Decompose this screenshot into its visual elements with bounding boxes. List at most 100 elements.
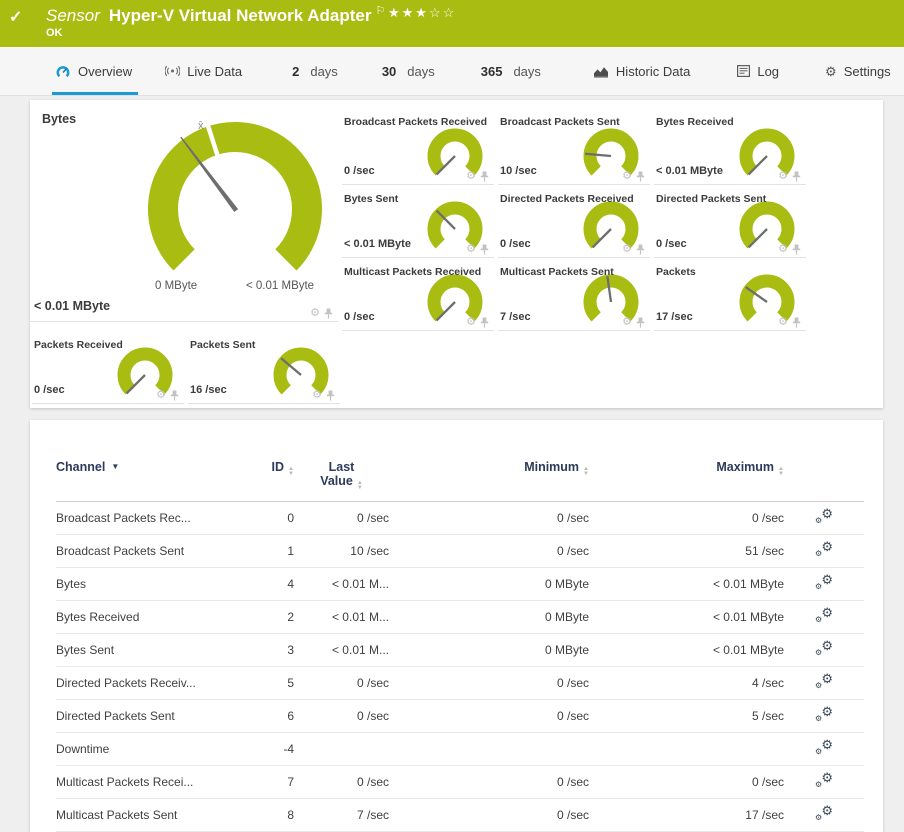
minimum-cell: 0 /sec [389,699,589,733]
edit-channel-gears-icon[interactable]: ⚙ ⚙ [815,540,833,558]
pin-icon[interactable] [170,390,179,401]
table-row: Downtime -4 ⚙ ⚙ [56,732,864,766]
id-cell: 4 [246,567,294,601]
col-minimum[interactable]: Minimum ▲ ▼ [389,420,589,502]
table-row: Bytes Sent 3 < 0.01 M... 0 MByte < 0.01 … [56,633,864,667]
edit-channel-gears-icon[interactable]: ⚙ ⚙ [815,573,833,591]
id-cell: 2 [246,600,294,634]
id-cell: 6 [246,699,294,733]
gauge-tile: Bytes Sent < 0.01 MByte ⚙ [342,185,494,258]
gauge-label: Directed Packets Received [500,193,634,205]
gear-icon[interactable]: ⚙ [778,244,788,255]
priority-stars[interactable]: ★★★☆☆ [388,5,456,21]
tab-label: Settings [843,63,891,79]
stars-empty[interactable]: ☆☆ [429,5,456,20]
col-last-value[interactable]: Last Value ▲ ▼ [294,420,389,502]
col-channel[interactable]: Channel ▼ [56,420,246,502]
gauge-tile: Multicast Packets Received 0 /sec ⚙ [342,258,494,331]
col-id[interactable]: ID ▲ ▼ [246,420,294,502]
gauge-tile-bytes: Bytes x̄ 0 MByte < 0.01 MByte < 0.01 MBy… [30,100,338,322]
gear-icon[interactable]: ⚙ [622,317,632,328]
gauge-value: 7 /sec [500,311,531,323]
edit-channel-gears-icon[interactable]: ⚙ ⚙ [815,771,833,789]
edit-channel-gears-icon[interactable]: ⚙ ⚙ [815,507,833,525]
maximum-cell: < 0.01 MByte [589,633,784,667]
edit-channel-gears-icon[interactable]: ⚙ ⚙ [815,639,833,657]
gear-icon[interactable]: ⚙ [466,317,476,328]
gear-icon[interactable]: ⚙ [778,171,788,182]
tab-settings[interactable]: ⚙ Settings [825,47,891,95]
id-cell: 1 [246,534,294,568]
gauge-label: Directed Packets Sent [656,193,767,205]
maximum-cell: 0 /sec [589,765,784,799]
tab-historic-data[interactable]: Historic Data [593,47,690,95]
ok-check-icon: ✓ [9,9,23,26]
edit-channel-gears-icon[interactable]: ⚙ ⚙ [815,738,833,756]
tab-label: Log [757,63,780,79]
last-value-cell: 0 /sec [294,699,389,733]
pin-icon[interactable] [324,308,333,319]
gear-icon[interactable]: ⚙ [312,390,322,401]
pin-icon[interactable] [792,171,801,182]
flag-icon[interactable]: ⚐ [376,5,386,17]
sort-desc-icon: ▼ [111,462,120,471]
gauge-label: Bytes Received [656,116,734,128]
tab-log[interactable]: Log [737,47,779,95]
channel-cell: Multicast Packets Sent [56,798,246,832]
gauge-label: Broadcast Packets Sent [500,116,620,128]
page-content: Bytes x̄ 0 MByte < 0.01 MByte < 0.01 MBy… [0,96,904,832]
tab-overview[interactable]: Overview [51,47,139,95]
edit-channel-gears-icon[interactable]: ⚙ ⚙ [815,705,833,723]
channel-cell: Broadcast Packets Sent [56,534,246,568]
pin-icon[interactable] [480,317,489,328]
pin-icon[interactable] [792,317,801,328]
gear-icon[interactable]: ⚙ [622,244,632,255]
last-value-cell: 0 /sec [294,501,389,535]
col-maximum[interactable]: Maximum ▲ ▼ [589,420,784,502]
gauges-panel: Bytes x̄ 0 MByte < 0.01 MByte < 0.01 MBy… [30,100,883,408]
minimum-cell: 0 /sec [389,666,589,700]
tab-2-days[interactable]: 2 days [292,47,338,95]
tab-number: 30 [381,63,397,79]
gauge-label: Broadcast Packets Received [344,116,487,128]
minimum-cell: 0 MByte [389,633,589,667]
table-row: Broadcast Packets Sent 1 10 /sec 0 /sec … [56,534,864,568]
id-cell: 5 [246,666,294,700]
pin-icon[interactable] [792,244,801,255]
gear-icon[interactable]: ⚙ [778,317,788,328]
pin-icon[interactable] [480,171,489,182]
gauge-tile: Packets 17 /sec ⚙ [654,258,806,331]
tab-word: days [310,63,338,79]
gear-icon[interactable]: ⚙ [466,244,476,255]
pin-icon[interactable] [480,244,489,255]
maximum-cell: < 0.01 MByte [589,600,784,634]
tab-live-data[interactable]: Live Data [165,47,242,95]
minimum-cell [389,732,589,766]
minimum-cell: 0 MByte [389,567,589,601]
channel-table-panel: Channel ▼ ID ▲ ▼ Last Value ▲ ▼ Minimum ▲ ▼ Maxi… [30,420,883,832]
id-cell: 7 [246,765,294,799]
table-row: Multicast Packets Recei... 7 0 /sec 0 /s… [56,765,864,799]
tab-365-days[interactable]: 365 days [481,47,541,95]
log-list-icon [737,65,751,77]
edit-channel-gears-icon[interactable]: ⚙ ⚙ [815,804,833,822]
gear-icon[interactable]: ⚙ [156,390,166,401]
edit-channel-gears-icon[interactable]: ⚙ ⚙ [815,606,833,624]
gear-icon[interactable]: ⚙ [310,308,320,319]
pin-icon[interactable] [636,244,645,255]
gear-icon[interactable]: ⚙ [466,171,476,182]
gear-icon[interactable]: ⚙ [622,171,632,182]
gauge-value: < 0.01 MByte [656,165,723,177]
gauge-tile: Broadcast Packets Sent 10 /sec ⚙ [498,100,650,185]
stars-filled[interactable]: ★★★ [388,5,429,20]
gauge-value: 16 /sec [190,384,227,396]
pin-icon[interactable] [326,390,335,401]
channel-cell: Bytes [56,567,246,601]
gauge-label: Bytes Sent [344,193,399,205]
pin-icon[interactable] [636,171,645,182]
edit-channel-gears-icon[interactable]: ⚙ ⚙ [815,672,833,690]
area-chart-icon [593,66,608,77]
tab-30-days[interactable]: 30 days [382,47,435,95]
channel-cell: Downtime [56,732,246,766]
pin-icon[interactable] [636,317,645,328]
